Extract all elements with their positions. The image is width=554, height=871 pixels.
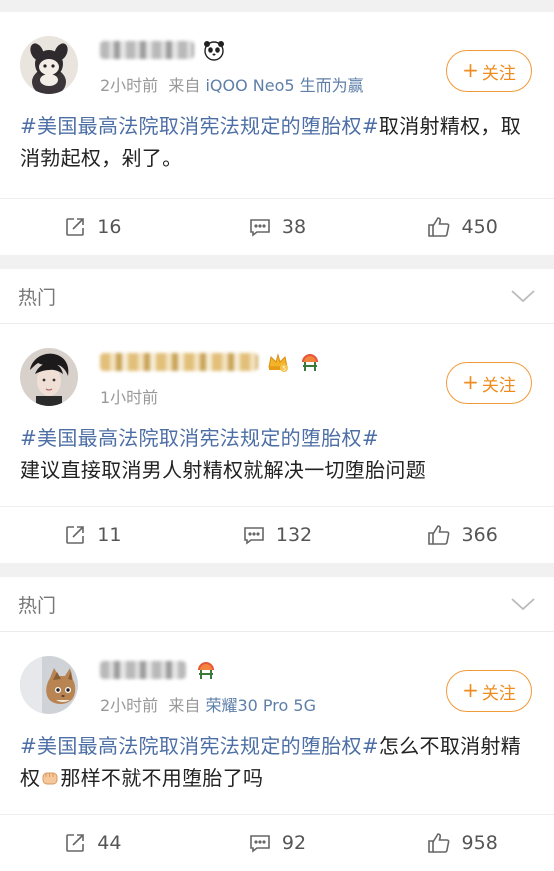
device-link[interactable]: iQOO Neo5 生而为赢	[205, 76, 363, 95]
repost-icon	[63, 523, 87, 547]
hot-label: 热门	[18, 594, 57, 617]
username-redacted[interactable]	[100, 353, 258, 371]
post-card[interactable]: 2小时前 来自 iQOO Neo5 生而为赢 + 关注 #美国最高法院取消宪法规定…	[0, 12, 554, 255]
user-avatar[interactable]	[20, 348, 78, 406]
thumbs-up-icon	[426, 831, 452, 855]
comment-count: 38	[281, 216, 307, 238]
hot-section-header: 热门	[0, 269, 554, 324]
device-link[interactable]: 荣耀30 Pro 5G	[205, 696, 316, 715]
panda-icon	[202, 38, 226, 62]
fan-badge-icon	[298, 350, 322, 374]
repost-icon	[63, 831, 87, 855]
post-text: #美国最高法院取消宪法规定的堕胎权# 建议直接取消男人射精权就解决一切堕胎问题	[0, 408, 554, 486]
chevron-down-icon[interactable]	[510, 288, 536, 304]
thumbs-up-icon	[426, 215, 452, 239]
comment-count: 132	[275, 524, 313, 546]
user-avatar[interactable]	[20, 36, 78, 94]
topic-link[interactable]: #美国最高法院取消宪法规定的堕胎权#	[20, 734, 379, 758]
fist-emoji-icon	[40, 765, 60, 785]
comment-icon	[242, 523, 266, 547]
thumbs-up-icon	[426, 523, 452, 547]
follow-button[interactable]: + 关注	[446, 670, 532, 712]
comment-button[interactable]: 92	[185, 831, 370, 855]
crown-icon: 5	[266, 350, 290, 374]
follow-button[interactable]: + 关注	[446, 362, 532, 404]
post-card[interactable]: 5 1小时前 + 关注 #美国最高法院取消宪法规定的堕胎权# 建议直接取消男人射精…	[0, 324, 554, 563]
like-count: 450	[461, 216, 498, 238]
repost-count: 16	[97, 216, 122, 238]
comment-button[interactable]: 132	[185, 523, 370, 547]
post-meta: 2小时前 来自 荣耀30 Pro 5G	[100, 696, 316, 715]
repost-count: 11	[97, 524, 122, 546]
hot-label: 热门	[18, 286, 57, 309]
post-card[interactable]: 2小时前 来自 荣耀30 Pro 5G + 关注 #美国最高法院取消宪法规定的堕胎…	[0, 632, 554, 871]
post-meta: 1小时前	[100, 388, 159, 407]
comment-count: 92	[281, 832, 307, 854]
top-divider	[0, 0, 554, 12]
topic-link[interactable]: #美国最高法院取消宪法规定的堕胎权#	[20, 422, 532, 454]
topic-link[interactable]: #美国最高法院取消宪法规定的堕胎权#	[20, 114, 379, 138]
section-divider	[0, 255, 554, 269]
user-avatar[interactable]	[20, 656, 78, 714]
repost-button[interactable]: 11	[0, 523, 185, 547]
plus-icon: +	[462, 678, 479, 702]
repost-button[interactable]: 16	[0, 215, 185, 239]
like-button[interactable]: 366	[369, 523, 554, 547]
comment-icon	[248, 831, 272, 855]
repost-icon	[63, 215, 87, 239]
username-redacted[interactable]	[100, 41, 194, 59]
comment-button[interactable]: 38	[185, 215, 370, 239]
post-meta: 2小时前 来自 iQOO Neo5 生而为赢	[100, 76, 364, 95]
follow-button[interactable]: + 关注	[446, 50, 532, 92]
fan-badge-icon	[194, 658, 218, 682]
comment-icon	[248, 215, 272, 239]
repost-count: 44	[97, 832, 122, 854]
like-button[interactable]: 958	[369, 831, 554, 855]
section-divider	[0, 563, 554, 577]
chevron-down-icon[interactable]	[510, 596, 536, 612]
like-count: 958	[461, 832, 498, 854]
like-count: 366	[461, 524, 498, 546]
repost-button[interactable]: 44	[0, 831, 185, 855]
hot-section-header: 热门	[0, 577, 554, 632]
post-text: #美国最高法院取消宪法规定的堕胎权#怎么不取消射精权 那样不就不用堕胎了吗	[20, 734, 522, 790]
plus-icon: +	[462, 58, 479, 82]
plus-icon: +	[462, 370, 479, 394]
like-button[interactable]: 450	[369, 215, 554, 239]
svg-text:5: 5	[282, 366, 286, 373]
username-redacted[interactable]	[100, 661, 186, 679]
post-text: #美国最高法院取消宪法规定的堕胎权#取消射精权，取消勃起权，剁了。	[20, 114, 522, 170]
